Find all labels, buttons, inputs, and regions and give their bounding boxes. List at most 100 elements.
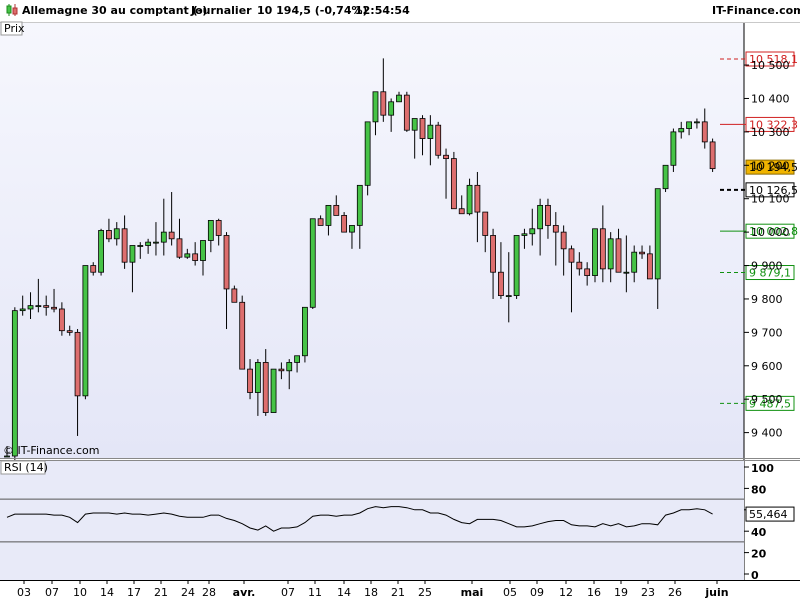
x-tick-label: 21 [391, 586, 405, 599]
candle-body [458, 208, 465, 215]
candle-body [66, 330, 73, 333]
y-tick-label: 9 900 [751, 260, 783, 273]
candle-body [490, 235, 496, 273]
candle-body [106, 230, 112, 240]
candle-body [184, 253, 191, 258]
x-tick-label: 21 [154, 586, 168, 599]
candle-body [482, 211, 489, 236]
candle-body [403, 94, 410, 131]
candle-body [576, 261, 583, 270]
price-tab-label: Prix [4, 22, 25, 35]
candle-body [568, 248, 575, 263]
rsi-y-tick-label: 100 [751, 462, 774, 475]
rsi-panel-background [0, 461, 744, 580]
candle-body [160, 231, 167, 243]
candle-body [474, 184, 481, 213]
candle-body [654, 188, 661, 280]
y-tick-label: 10 400 [751, 92, 790, 105]
candle-body [247, 368, 253, 393]
rsi-y-tick-label: 40 [751, 526, 767, 539]
candle-body [560, 231, 567, 250]
candle-body [364, 121, 371, 186]
y-tick-label: 9 600 [751, 360, 783, 373]
candle-body [302, 306, 308, 357]
candle-body [419, 118, 426, 139]
candle-body [317, 218, 324, 226]
candle-body [121, 228, 128, 263]
x-tick-label: 03 [17, 586, 31, 599]
candle-body [137, 245, 144, 247]
candle-body [396, 94, 402, 103]
candle-body [333, 204, 340, 216]
x-tick-label: 05 [503, 586, 517, 599]
candle-body [466, 184, 473, 215]
candle-body [639, 251, 645, 255]
candle-body [670, 131, 677, 166]
x-tick-label: 12 [559, 586, 573, 599]
x-tick-label: 11 [308, 586, 322, 599]
candle-body [43, 305, 50, 308]
x-tick-label: avr. [233, 586, 256, 599]
x-tick-label: 26 [668, 586, 682, 599]
x-tick-label: 17 [127, 586, 141, 599]
x-tick-label: 07 [281, 586, 295, 599]
candle-body [356, 184, 363, 226]
candle-body [82, 265, 89, 397]
candle-body [278, 368, 285, 372]
candle-body [58, 308, 65, 332]
rsi-tab-label: RSI (14) [4, 461, 48, 474]
x-tick-label: 14 [100, 586, 114, 599]
candle-body [349, 225, 355, 233]
x-tick-label: 24 [181, 586, 195, 599]
candle-body [207, 220, 214, 241]
candle-body [607, 238, 614, 270]
candle-body [592, 228, 598, 276]
x-tick-label: juin [704, 586, 728, 599]
candle-body [372, 91, 379, 123]
candle-body [90, 265, 97, 273]
candle-body [168, 231, 175, 240]
candle-body [599, 228, 606, 270]
price-panel-background [0, 23, 744, 458]
candle-body [74, 331, 81, 397]
candle-body [450, 158, 457, 210]
candle-body [537, 204, 544, 230]
y-tick-label: 10 300 [751, 126, 790, 139]
candle-body [19, 308, 26, 312]
candle-body [200, 240, 206, 261]
candle-body [309, 218, 316, 308]
candle-body [662, 164, 669, 190]
x-tick-label: 09 [530, 586, 544, 599]
candle-body [51, 306, 57, 310]
candle-body [231, 288, 238, 303]
candle-body [678, 128, 685, 133]
candle-body [262, 362, 269, 413]
y-tick-label: 9 800 [751, 293, 783, 306]
candle-body [239, 301, 246, 370]
candle-body [11, 310, 18, 457]
candle-body [686, 121, 692, 129]
candle-body [443, 154, 449, 160]
x-tick-label: 18 [364, 586, 378, 599]
y-tick-label: 10 000 [751, 226, 790, 239]
x-tick-label: 19 [614, 586, 628, 599]
candle-body [129, 245, 136, 263]
y-tick-label: 10 500 [751, 59, 790, 72]
candle-body [388, 101, 395, 116]
candle-body [584, 268, 591, 276]
candle-body [545, 204, 551, 226]
x-tick-label: 14 [337, 586, 351, 599]
candle-body [98, 230, 104, 273]
y-tick-label: 10 100 [751, 193, 790, 206]
price-y-axis: 9 400 9 500 9 600 9 700 9 800 9 900 10 000 10 1… [744, 59, 790, 440]
chart-canvas: 10 518,110 322,310 194,510 126,510 002,8… [0, 21, 800, 600]
watermark: © IT-Finance.com [3, 444, 100, 457]
x-tick-label: 28 [202, 586, 216, 599]
candle-body [521, 233, 528, 236]
rsi-y-tick-label: 80 [751, 483, 767, 496]
candle-body [513, 235, 520, 297]
x-tick-label: 25 [418, 586, 432, 599]
candle-body [435, 124, 442, 156]
candle-body [192, 253, 199, 261]
candle-body [325, 204, 332, 226]
